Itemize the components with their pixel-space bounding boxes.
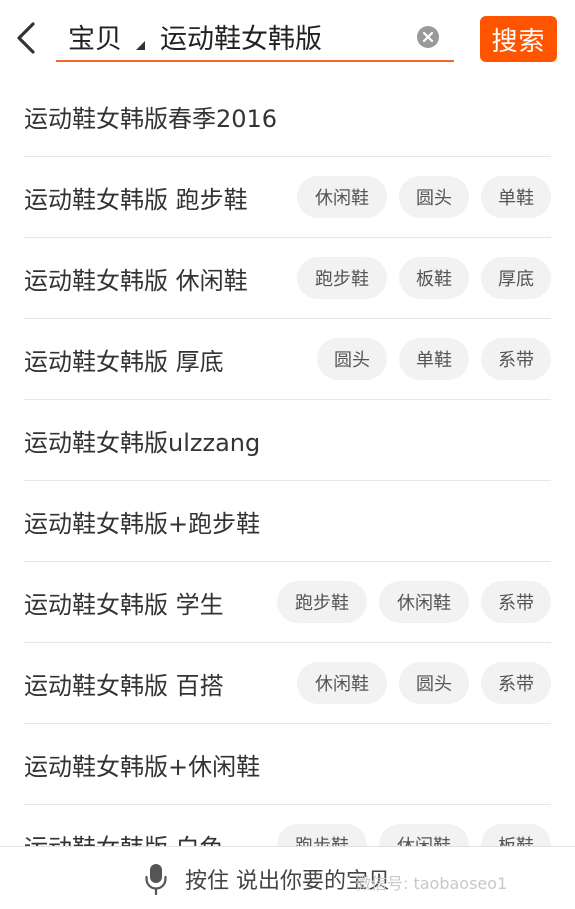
suggestion-tag[interactable]: 厚底 [481,257,551,299]
suggestion-tag[interactable]: 跑步鞋 [277,581,367,623]
microphone-icon [145,863,167,895]
suggestion-row[interactable]: 运动鞋女韩版 跑步鞋 休闲鞋 圆头 单鞋 [24,157,551,238]
watermark: 微信号: taobaoseo1 [355,874,508,893]
suggestion-tag[interactable]: 休闲鞋 [379,581,469,623]
suggestion-text: 运动鞋女韩版 百搭 [24,671,224,700]
suggestion-tag[interactable]: 休闲鞋 [379,824,469,846]
suggestion-row[interactable]: 运动鞋女韩版+跑步鞋 [24,481,551,562]
clear-search-button[interactable] [417,26,439,48]
suggestion-text: 运动鞋女韩版 厚底 [24,347,224,376]
suggestion-tag[interactable]: 板鞋 [481,824,551,846]
chevron-left-icon [17,22,35,54]
suggestion-row[interactable]: 运动鞋女韩版 学生 跑步鞋 休闲鞋 系带 [24,562,551,643]
suggestion-row[interactable]: 运动鞋女韩版+休闲鞋 [24,724,551,805]
suggestion-text: 运动鞋女韩版ulzzang [24,428,261,457]
suggestion-tag[interactable]: 单鞋 [399,338,469,380]
suggestion-tag[interactable]: 圆头 [399,662,469,704]
suggestion-text: 运动鞋女韩版 休闲鞋 [24,266,248,295]
suggestion-tag[interactable]: 板鞋 [399,257,469,299]
scope-dropdown-caret-icon[interactable] [136,41,145,50]
suggestion-tag-group: 休闲鞋 圆头 系带 [297,662,551,704]
suggestion-tag[interactable]: 跑步鞋 [297,257,387,299]
suggestion-tag[interactable]: 单鞋 [481,176,551,218]
search-button[interactable]: 搜索 [480,16,557,62]
search-input[interactable] [160,16,410,56]
clear-circle-icon [422,31,434,43]
suggestion-row[interactable]: 运动鞋女韩版ulzzang [24,400,551,481]
suggestion-text: 运动鞋女韩版 学生 [24,590,224,619]
search-box: 宝贝 [56,10,454,62]
back-button[interactable] [6,16,46,60]
search-scope-selector[interactable]: 宝贝 [68,16,122,56]
search-header: 宝贝 搜索 [0,0,575,76]
suggestion-tag-group: 跑步鞋休闲鞋板鞋 [277,824,551,846]
suggestion-text: 运动鞋女韩版+休闲鞋 [24,752,261,781]
suggestion-tag[interactable]: 休闲鞋 [297,662,387,704]
suggestion-tag-group: 跑步鞋 板鞋 厚底 [297,257,551,299]
suggestion-tag-group: 跑步鞋 休闲鞋 系带 [277,581,551,623]
suggestion-tag[interactable]: 圆头 [399,176,469,218]
suggestion-text: 运动鞋女韩版 跑步鞋 [24,185,248,214]
suggestion-text: 运动鞋女韩版+跑步鞋 [24,509,261,538]
suggestion-row[interactable]: 运动鞋女韩版 厚底 圆头 单鞋 系带 [24,319,551,400]
suggestion-tag[interactable]: 系带 [481,662,551,704]
suggestion-tag[interactable]: 休闲鞋 [297,176,387,218]
suggestion-tag[interactable]: 圆头 [317,338,387,380]
suggestion-tag[interactable]: 跑步鞋 [277,824,367,846]
suggestion-row[interactable]: 运动鞋女韩版春季2016 [24,76,551,157]
suggestion-tag-group: 休闲鞋 圆头 单鞋 [297,176,551,218]
search-scope-label: 宝贝 [68,23,122,55]
search-suggest-screen: 宝贝 搜索 运动鞋女韩版春季2016运动鞋女韩版 跑步鞋休闲鞋圆头单鞋运动鞋女韩… [0,0,575,909]
suggestion-text: 运动鞋女韩版春季2016 [24,104,278,133]
suggestion-text: 运动鞋女韩版 白色 [24,828,277,847]
suggestion-tag-group: 圆头 单鞋 系带 [317,338,551,380]
suggestion-row[interactable]: 运动鞋女韩版 白色跑步鞋休闲鞋板鞋 [24,805,551,846]
suggestion-row[interactable]: 运动鞋女韩版 休闲鞋 跑步鞋 板鞋 厚底 [24,238,551,319]
suggestion-tag[interactable]: 系带 [481,581,551,623]
voice-search-content: 按住 说出你要的宝贝 [145,863,390,895]
suggestion-list: 运动鞋女韩版春季2016 运动鞋女韩版 跑步鞋 休闲鞋 圆头 单鞋 运动鞋女韩版 休闲鞋跑… [0,76,575,846]
suggestion-tag[interactable]: 系带 [481,338,551,380]
suggestion-row[interactable]: 运动鞋女韩版 百搭 休闲鞋 圆头 系带 [24,643,551,724]
